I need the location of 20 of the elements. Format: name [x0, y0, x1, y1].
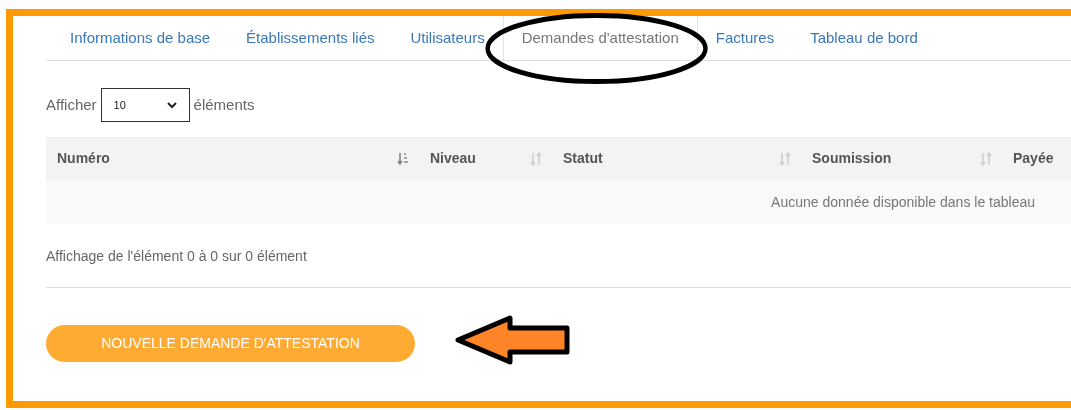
tab[interactable]: Informations de base — [52, 16, 229, 60]
chevron-down-icon — [166, 101, 177, 109]
tab[interactable]: Tableau de bord — [792, 16, 936, 60]
column-header[interactable]: Soumission — [812, 148, 892, 169]
column-header[interactable]: Statut — [563, 148, 603, 169]
sort-ascending-icon[interactable] — [397, 151, 409, 166]
tab[interactable]: Établissements liés — [228, 16, 393, 60]
column-header[interactable]: Niveau — [430, 148, 476, 169]
table-info: Affichage de l'élément 0 à 0 sur 0 élément — [46, 247, 308, 266]
length-label: Afficher — [46, 94, 97, 115]
tab[interactable]: Utilisateurs — [392, 16, 503, 60]
sort-icon[interactable] — [530, 151, 542, 166]
length-label: éléments — [193, 94, 255, 115]
sort-icon[interactable] — [980, 151, 992, 166]
tab[interactable]: Factures — [697, 16, 793, 60]
column-header[interactable]: Payée — [1013, 148, 1054, 169]
page-length-select[interactable]: 10 — [100, 88, 190, 122]
sort-icon[interactable] — [779, 151, 791, 166]
column-header[interactable]: Numéro — [57, 148, 110, 169]
empty-message: Aucune donnée disponible dans le tableau — [771, 192, 1035, 212]
